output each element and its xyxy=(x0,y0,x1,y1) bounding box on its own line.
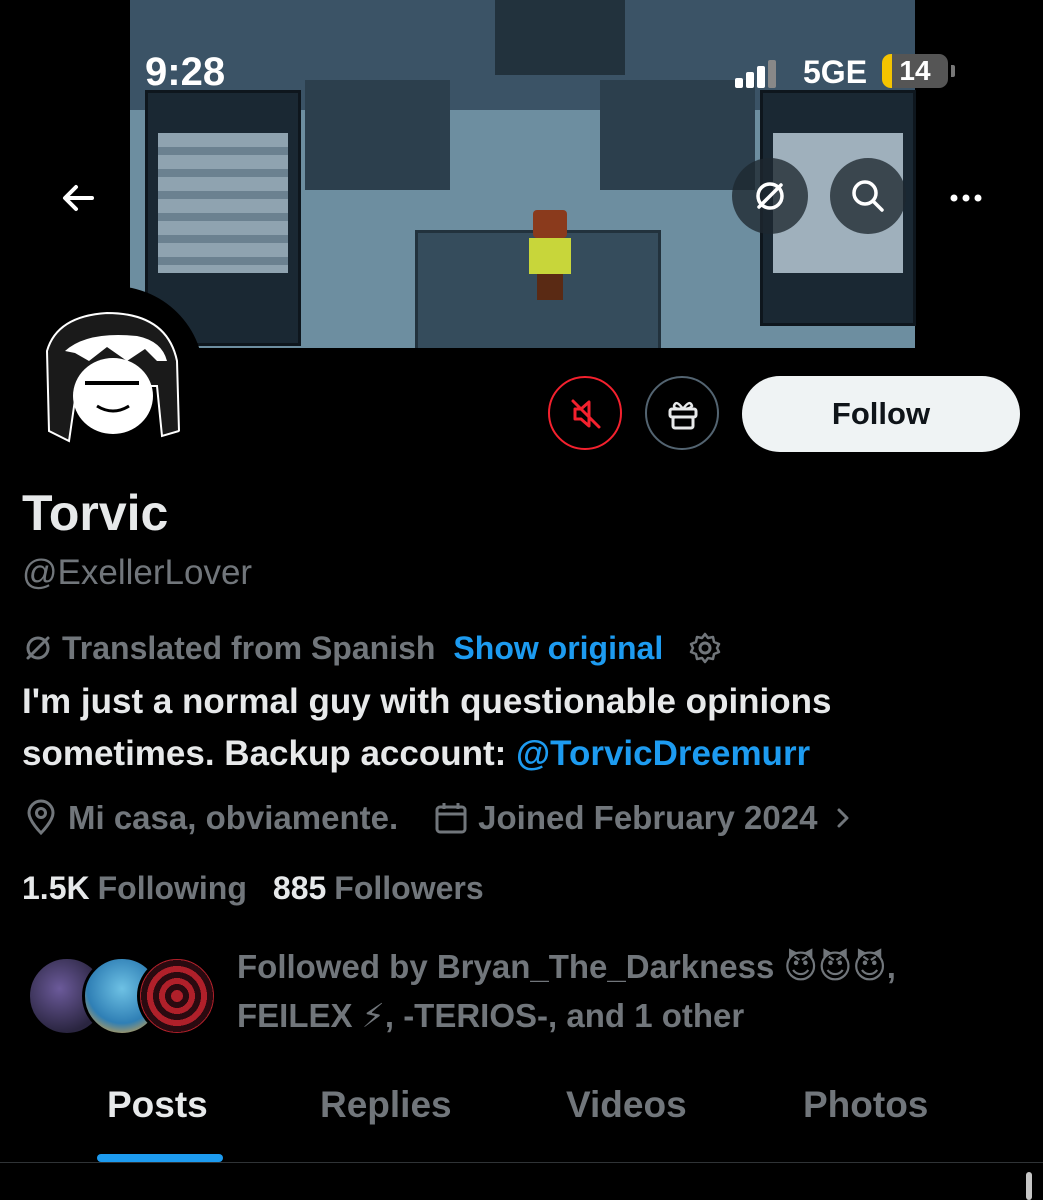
gear-icon[interactable] xyxy=(687,630,723,666)
search-button[interactable] xyxy=(830,158,906,234)
tab-posts[interactable]: Posts xyxy=(107,1084,208,1126)
profile-tabs: Posts Replies Videos Photos xyxy=(0,1072,1043,1163)
followed-by-text[interactable]: Followed by Bryan_The_Darkness 😈😈😈, FEIL… xyxy=(237,942,1017,1040)
tab-videos[interactable]: Videos xyxy=(566,1084,687,1126)
profile-name: Torvic xyxy=(22,485,169,541)
followers-label: Followers xyxy=(334,869,484,906)
following-link[interactable]: 1.5K Following xyxy=(22,870,247,907)
translate-icon xyxy=(26,636,50,660)
gift-icon xyxy=(668,401,698,430)
following-label: Following xyxy=(97,869,247,906)
chevron-right-icon[interactable] xyxy=(827,802,859,834)
back-button[interactable] xyxy=(52,170,108,226)
translation-bar: Translated from Spanish Show original xyxy=(22,626,731,670)
follow-button[interactable]: Follow xyxy=(742,376,1020,452)
followers-count: 885 xyxy=(272,869,327,906)
active-tab-indicator xyxy=(97,1154,223,1162)
signal-icon xyxy=(735,58,776,88)
gift-button[interactable] xyxy=(645,376,719,450)
translate-button[interactable] xyxy=(732,158,808,234)
location-text: Mi casa, obviamente. xyxy=(68,799,399,836)
muted-speaker-icon xyxy=(571,399,601,429)
network-label: 5GE xyxy=(803,54,868,90)
following-count: 1.5K xyxy=(22,869,90,906)
avatar[interactable] xyxy=(22,286,204,468)
status-bar: 9:28 5GE 14 xyxy=(0,40,1043,100)
profile-meta: Mi casa, obviamente. Joined February 202… xyxy=(22,796,867,840)
follower-avatar-3[interactable] xyxy=(137,956,217,1036)
back-arrow-icon xyxy=(63,185,94,211)
scrollbar[interactable] xyxy=(1026,1172,1032,1200)
more-icon xyxy=(950,194,982,202)
bio-mention-link[interactable]: @TorvicDreemurr xyxy=(516,734,810,773)
tab-photos[interactable]: Photos xyxy=(803,1084,928,1126)
avatar-image xyxy=(27,291,199,463)
tab-replies[interactable]: Replies xyxy=(320,1084,452,1126)
location-pin-icon xyxy=(27,799,55,836)
unmute-button[interactable] xyxy=(548,376,622,450)
search-icon xyxy=(852,180,884,212)
followers-link[interactable]: 885 Followers xyxy=(273,870,484,907)
translate-icon xyxy=(756,182,784,210)
battery-icon: 14 xyxy=(882,54,955,88)
translated-label: Translated from Spanish xyxy=(62,629,436,666)
status-time: 9:28 xyxy=(145,50,226,94)
profile-handle: @ExellerLover xyxy=(22,553,253,592)
profile-bio: I'm just a normal guy with questionable … xyxy=(22,676,1012,780)
more-button[interactable] xyxy=(940,170,996,226)
joined-date[interactable]: Joined February 2024 xyxy=(478,799,817,837)
show-original-link[interactable]: Show original xyxy=(453,630,663,667)
calendar-icon xyxy=(435,803,467,834)
follow-stats: 1.5K Following 885 Followers xyxy=(22,866,484,910)
battery-level: 14 xyxy=(899,55,931,86)
